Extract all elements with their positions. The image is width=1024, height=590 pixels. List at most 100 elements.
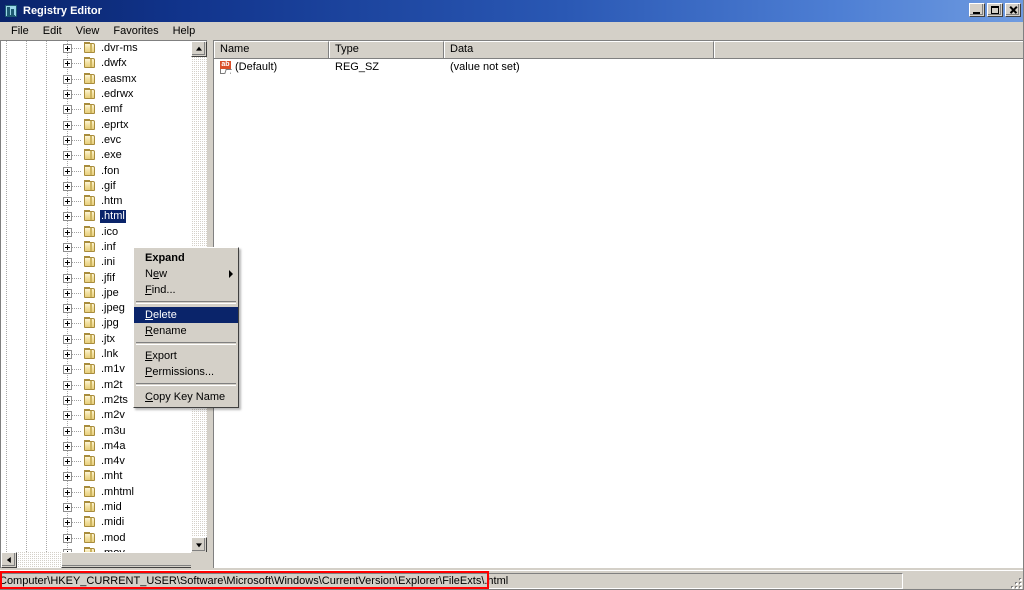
expand-plus-icon[interactable] [63,288,72,298]
expand-plus-icon[interactable] [63,59,72,69]
context-menu-item-new[interactable]: New [134,266,238,282]
expand-plus-icon[interactable] [63,166,72,176]
context-menu-item-label: Export [145,350,177,362]
maximize-button[interactable] [987,3,1003,17]
tree-item[interactable]: .mid [1,500,191,515]
tree-item[interactable]: .ico [1,225,191,240]
menu-edit[interactable]: Edit [36,24,69,39]
tree-item[interactable]: .mht [1,469,191,484]
tree-item[interactable]: .m2v [1,408,191,423]
expand-plus-icon[interactable] [63,533,72,543]
tree-item-label: .ini [101,256,116,269]
tree-item[interactable]: .eprtx [1,117,191,132]
expand-plus-icon[interactable] [63,411,72,421]
expand-plus-icon[interactable] [63,212,72,222]
expand-plus-icon[interactable] [63,395,72,405]
registry-key-folder-icon [82,501,98,514]
tree-item[interactable]: .dwfx [1,56,191,71]
context-menu-item-copy-key-name[interactable]: Copy Key Name [134,389,238,405]
column-header-name[interactable]: Name [214,41,329,58]
tree-item[interactable]: .evc [1,133,191,148]
expand-plus-icon[interactable] [63,120,72,130]
expand-plus-icon[interactable] [63,487,72,497]
expand-plus-icon[interactable] [63,181,72,191]
expand-plus-icon[interactable] [63,365,72,375]
menu-view[interactable]: View [69,24,107,39]
context-menu-item-permissions[interactable]: Permissions... [134,364,238,380]
column-header-type[interactable]: Type [329,41,444,58]
registry-key-folder-icon [82,531,98,545]
column-header-data[interactable]: Data [444,41,714,58]
expand-plus-icon[interactable] [63,426,72,436]
context-menu-item-find[interactable]: Find... [134,282,238,298]
expand-plus-icon[interactable] [63,273,72,283]
tree-item[interactable]: .dvr-ms [1,41,191,56]
tree-horizontal-scroll-thumb[interactable] [61,552,207,568]
expand-plus-icon[interactable] [63,151,72,161]
column-header-blank[interactable] [714,41,1024,58]
values-list[interactable]: ab (Default) REG_SZ (value not set) [214,59,1024,75]
tree-item[interactable]: .edrwx [1,87,191,102]
tree-item[interactable]: .htm [1,194,191,209]
expand-plus-icon[interactable] [63,197,72,207]
context-menu-item-expand[interactable]: Expand [134,250,238,266]
close-button[interactable] [1005,3,1021,17]
tree-scroll-down-button[interactable] [191,537,207,553]
expand-plus-icon[interactable] [63,304,72,314]
minimize-button[interactable] [969,3,985,17]
context-menu-item-rename[interactable]: Rename [134,323,238,339]
value-row[interactable]: ab (Default) REG_SZ (value not set) [214,59,1024,75]
tree-connector-line [72,231,81,233]
registry-key-folder-icon [82,225,98,239]
value-name-cell: ab (Default) [214,59,329,75]
expand-plus-icon[interactable] [63,350,72,360]
expand-plus-icon[interactable] [63,44,72,54]
expand-plus-icon[interactable] [63,441,72,451]
expand-plus-icon[interactable] [63,227,72,237]
tree-item[interactable]: .m3u [1,423,191,438]
menu-favorites[interactable]: Favorites [106,24,165,39]
tree-connector-line [72,537,81,539]
tree-item[interactable]: .midi [1,515,191,530]
tree-connector-line [72,461,81,463]
menu-help[interactable]: Help [166,24,203,39]
expand-plus-icon[interactable] [63,472,72,482]
expand-plus-icon[interactable] [63,503,72,513]
expand-plus-icon[interactable] [63,518,72,528]
menu-file[interactable]: File [4,24,36,39]
expand-plus-icon[interactable] [63,90,72,100]
expand-plus-icon[interactable] [63,258,72,268]
context-menu-item-label: Expand [145,252,185,264]
expand-plus-icon[interactable] [63,105,72,115]
tree-item[interactable]: .gif [1,179,191,194]
expand-plus-icon[interactable] [63,334,72,344]
tree-item[interactable]: .mhtml [1,485,191,500]
expand-plus-icon[interactable] [63,457,72,467]
context-menu-item-export[interactable]: Export [134,348,238,364]
tree-item-label: .lnk [101,348,119,361]
tree-item[interactable]: .html [1,209,191,224]
registry-key-folder-icon [82,149,98,162]
tree-item[interactable]: .exe [1,148,191,163]
resize-grip[interactable] [1008,575,1022,589]
tree-item-label: .mod [101,531,126,544]
tree-item[interactable]: .m4a [1,439,191,454]
expand-plus-icon[interactable] [63,74,72,84]
tree-item[interactable]: .fon [1,163,191,178]
expand-plus-icon[interactable] [63,135,72,145]
tree-item[interactable]: .easmx [1,72,191,87]
expand-plus-icon[interactable] [63,319,72,329]
registry-key-folder-icon [82,286,98,300]
context-menu-item-delete[interactable]: Delete [134,307,238,323]
tree-scroll-left-button[interactable] [1,552,17,568]
tree-item[interactable]: .emf [1,102,191,117]
expand-plus-icon[interactable] [63,243,72,252]
tree-item-label: .emf [101,103,123,116]
tree-horizontal-scrollbar[interactable] [1,552,207,568]
tree-item[interactable]: .m4v [1,454,191,469]
tree-scroll-up-button[interactable] [191,41,207,57]
expand-plus-icon[interactable] [63,380,72,390]
tree-connector-line [72,491,81,493]
tree-item[interactable]: .mod [1,531,191,546]
registry-key-folder-icon [82,363,98,376]
